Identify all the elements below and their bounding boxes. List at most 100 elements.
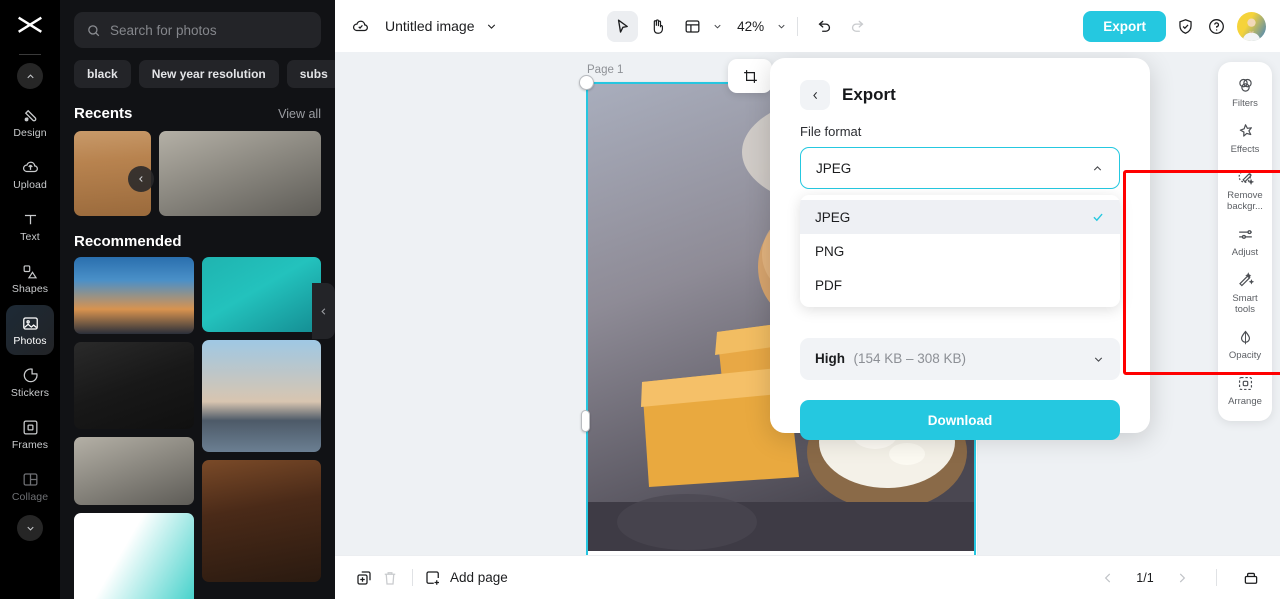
search-input[interactable]	[110, 22, 309, 38]
delete-page-button[interactable]	[377, 565, 403, 591]
tool-effects[interactable]: Effects	[1220, 116, 1270, 161]
search-box[interactable]	[74, 12, 321, 48]
page-indicator: 1/1	[1136, 570, 1154, 585]
file-format-option-pdf[interactable]: PDF	[800, 268, 1120, 302]
rail-expand-button[interactable]	[17, 515, 43, 541]
opacity-icon	[1240, 330, 1250, 345]
photo-thumb[interactable]	[74, 342, 194, 429]
undo-button[interactable]	[808, 11, 839, 42]
chevron-down-icon[interactable]	[485, 20, 498, 33]
sidebar-item-label: Text	[20, 230, 40, 243]
recents-prev-button[interactable]	[128, 166, 154, 192]
sidebar-item-label: Collage	[11, 490, 49, 503]
layout-icon	[685, 19, 700, 33]
tool-label: Remove backgr...	[1227, 190, 1263, 212]
toolbar-divider	[797, 16, 799, 36]
recommended-header: Recommended	[60, 216, 335, 257]
sidebar-item-photos[interactable]: Photos	[6, 305, 54, 355]
document-title[interactable]: Untitled image	[385, 18, 475, 34]
prev-page-button[interactable]	[1095, 565, 1121, 591]
chevron-left-icon	[321, 307, 326, 315]
shield-check-icon[interactable]	[1175, 15, 1197, 37]
sidebar-item-label: Design	[13, 126, 47, 139]
resize-handle-middle-left[interactable]	[581, 410, 590, 432]
tool-label: Arrange	[1228, 396, 1262, 407]
sidebar-item-stickers[interactable]: Stickers	[6, 357, 54, 407]
tool-label: Filters	[1232, 98, 1258, 109]
sidebar-item-label: Stickers	[10, 386, 50, 399]
hand-tool-button[interactable]	[642, 11, 673, 42]
panel-collapse-handle[interactable]	[312, 283, 335, 339]
capcut-logo[interactable]	[13, 14, 47, 44]
photos-panel: black New year resolution subs Recents V…	[60, 0, 335, 599]
download-button[interactable]: Download	[800, 400, 1120, 440]
rail-collapse-button[interactable]	[17, 63, 43, 89]
sidebar-item-design[interactable]: Design	[6, 97, 54, 147]
sidebar-item-label: Shapes	[11, 282, 49, 295]
tool-smart-tools[interactable]: Smart tools	[1220, 265, 1270, 321]
cloud-check-icon[interactable]	[349, 15, 371, 37]
file-format-select[interactable]: JPEG	[800, 147, 1120, 189]
tool-filters[interactable]: Filters	[1220, 70, 1270, 115]
hand-icon	[653, 18, 664, 34]
sidebar-item-collage[interactable]: Collage	[6, 461, 54, 511]
bottom-divider	[412, 569, 413, 586]
export-button[interactable]: Export	[1083, 10, 1166, 42]
canvas-area[interactable]: Page 1 Filters Effects Remove backgr... …	[335, 52, 1280, 555]
tool-remove-background[interactable]: Remove backgr...	[1220, 162, 1270, 218]
zoom-level[interactable]: 42%	[737, 19, 764, 34]
zoom-chevron-down-icon[interactable]	[776, 21, 787, 32]
sidebar-item-frames[interactable]: Frames	[6, 409, 54, 459]
photo-thumb[interactable]	[201, 460, 321, 582]
bottom-divider	[1216, 569, 1217, 586]
recents-header: Recents View all	[60, 88, 335, 131]
next-page-button[interactable]	[1169, 565, 1195, 591]
tool-adjust[interactable]: Adjust	[1220, 219, 1270, 264]
photo-thumb[interactable]	[74, 513, 194, 599]
select-tool-button[interactable]	[607, 10, 639, 42]
sidebar-item-upload[interactable]: Upload	[6, 149, 54, 199]
page-grid-button[interactable]	[1238, 565, 1264, 591]
pagination-group: 1/1	[1095, 565, 1264, 591]
crop-button[interactable]	[728, 59, 772, 93]
file-format-option-jpeg[interactable]: JPEG	[800, 200, 1120, 234]
photo-thumb[interactable]	[74, 257, 194, 334]
quality-size-range: (154 KB – 308 KB)	[853, 351, 967, 366]
file-format-option-png[interactable]: PNG	[800, 234, 1120, 268]
sidebar-item-shapes[interactable]: Shapes	[6, 253, 54, 303]
arrange-icon	[1238, 376, 1252, 391]
tool-opacity[interactable]: Opacity	[1220, 322, 1270, 367]
tool-arrange[interactable]: Arrange	[1220, 368, 1270, 413]
help-circle-icon[interactable]	[1206, 15, 1228, 37]
sidebar-item-text[interactable]: Text	[6, 201, 54, 251]
tag-chip[interactable]: New year resolution	[138, 60, 279, 88]
search-icon	[88, 24, 100, 36]
photo-thumb[interactable]	[201, 257, 321, 332]
photo-thumb[interactable]	[74, 437, 194, 505]
layout-chevron-down-icon[interactable]	[712, 21, 723, 32]
quality-value: High	[815, 351, 845, 366]
upload-icon	[22, 161, 38, 172]
design-icon	[24, 109, 36, 121]
redo-button[interactable]	[843, 11, 874, 42]
tag-chip[interactable]: subs	[286, 60, 335, 88]
export-panel: Export File format JPEG JPEG PNG PDF Hig…	[770, 58, 1150, 440]
quality-select[interactable]: High (154 KB – 308 KB)	[800, 338, 1120, 380]
filters-icon	[1238, 78, 1252, 92]
tag-chip[interactable]: black	[74, 60, 131, 88]
duplicate-page-icon	[357, 570, 371, 585]
duplicate-page-button[interactable]	[351, 565, 377, 591]
recents-view-all[interactable]: View all	[278, 107, 321, 121]
photo-thumb[interactable]	[201, 340, 321, 452]
export-back-button[interactable]	[800, 80, 830, 110]
photo-thumb[interactable]	[159, 131, 321, 216]
right-tool-panel: Filters Effects Remove backgr... Adjust …	[1218, 62, 1272, 421]
undo-icon	[818, 20, 831, 32]
layout-tool-button[interactable]	[677, 11, 708, 42]
add-page-button[interactable]: Add page	[424, 569, 508, 587]
resize-handle-top-left[interactable]	[579, 75, 594, 90]
tool-label: Effects	[1230, 144, 1260, 155]
file-format-label: File format	[800, 124, 862, 139]
export-panel-title: Export	[842, 85, 896, 104]
user-avatar[interactable]	[1236, 11, 1266, 41]
